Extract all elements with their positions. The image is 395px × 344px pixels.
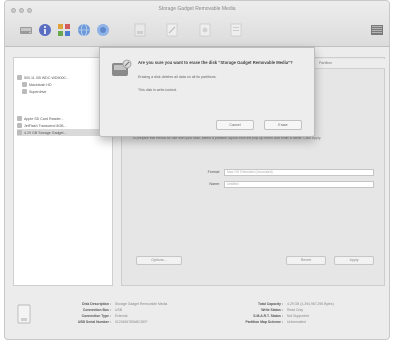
sidebar-item-jetflash[interactable]: JetFlash Transcend 8GB... [17,122,111,129]
sidebar-item-storage-gadget[interactable]: 4.29 GB Storage Gadget... [17,129,111,136]
usb-serial-value: 0123456789ABCDEF [115,320,148,324]
disk-utility-window: Storage Gadget Removable Media 500.11 GB… [4,0,390,340]
erase-confirmation-sheet: Are you sure you want to erase the disk … [99,47,315,137]
stamp-icon[interactable] [198,23,212,37]
sidebar-item-label: Macintosh HD [29,82,52,87]
sheet-title: Are you sure you want to erase the disk … [138,60,293,65]
info-icon[interactable] [38,23,52,37]
apply-button[interactable]: Apply [334,256,374,265]
sidebar-item-label: Apple SD Card Reader... [24,116,64,121]
disk-description-value: Storage Gadget Removable Media [115,302,168,306]
sidebar-item-card-reader[interactable]: Apple SD Card Reader... [17,115,111,122]
format-field[interactable]: Mac OS Extended (Journaled) [224,169,374,176]
edit-icon[interactable] [165,23,179,37]
harddisk-icon [17,75,22,80]
usb-serial-key: USB Serial Number : [77,320,111,324]
globe-blue-icon[interactable] [96,23,110,37]
options-button[interactable]: Options... [136,256,182,265]
sidebar-item-label: JetFlash Transcend 8GB... [24,123,67,128]
apps-icon[interactable] [57,23,71,37]
erase-button[interactable]: Erase [264,120,302,130]
disk-info-footer: Disk Description : Storage Gadget Remova… [13,294,385,336]
disk-list-sidebar: 500.11 GB WDC WD5000... Macintosh HD Sup… [13,57,113,286]
connection-bus-value: USB [115,308,122,312]
connection-type-key: Connection Type : [81,314,111,318]
window-title: Storage Gadget Removable Media [158,6,236,12]
connection-bus-key: Connection Bus : [82,308,111,312]
write-status-key: Write Status : [261,308,283,312]
optical-drive-icon [22,89,27,94]
volume-icon [22,82,27,87]
tab-partition[interactable]: Partition [319,61,332,65]
usb-drive-icon [17,130,22,135]
doc-alt-icon[interactable] [229,23,243,37]
total-capacity-value: 4.29 GB (4,294,967,296 Bytes) [287,302,334,306]
smart-status-value: Not Supported [287,314,309,318]
sidebar-item-disk[interactable]: 500.11 GB WDC WD5000... [17,74,111,81]
sheet-write-lock-note: This disk is write-locked. [138,88,177,92]
name-label: Name: [209,182,220,186]
disk-utility-icon [110,58,132,80]
globe-icon[interactable] [77,23,91,37]
sidebar-item-label: 500.11 GB WDC WD5000... [24,75,69,80]
partition-map-value: Unformatted [287,320,306,324]
partition-map-key: Partition Map Scheme : [245,320,284,324]
card-reader-icon [17,116,22,121]
sidebar-item-label: 4.29 GB Storage Gadget... [24,130,67,135]
log-icon[interactable] [370,23,384,37]
usb-drive-icon [17,304,31,324]
disk-description-key: Disk Description : [82,302,111,306]
harddisk-icon[interactable] [19,23,33,37]
sidebar-item-label: Superdrive [29,89,47,94]
usb-drive-icon [17,123,22,128]
name-field[interactable]: Untitled [224,181,374,188]
format-label: Format: [207,170,220,174]
revert-button[interactable]: Revert [286,256,326,265]
doc-icon[interactable] [133,23,147,37]
write-status-value: Read Only [287,308,304,312]
title-bar: Storage Gadget Removable Media [5,1,389,47]
cancel-button[interactable]: Cancel [216,120,254,130]
total-capacity-key: Total Capacity : [258,302,283,306]
smart-status-key: S.M.A.R.T. Status : [253,314,283,318]
sheet-description: Erasing a disk deletes all data on all i… [138,75,217,79]
connection-type-value: External [115,314,128,318]
